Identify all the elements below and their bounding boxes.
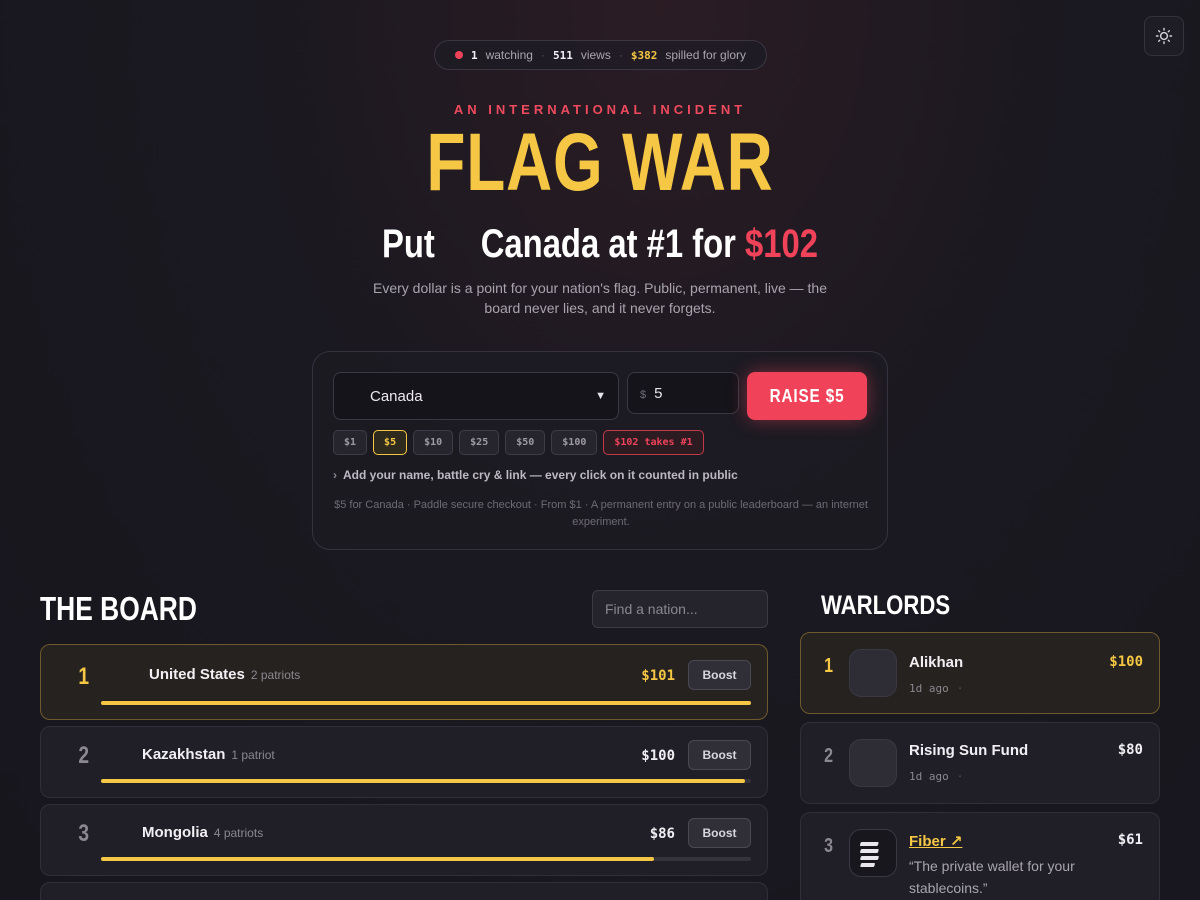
- currency-symbol: $: [640, 389, 647, 401]
- amount-input[interactable]: $ 5: [627, 372, 739, 414]
- warlord-row: 1 Alikhan 1d ago · $100: [800, 632, 1160, 714]
- warlords-title: WARLORDS: [821, 590, 951, 620]
- raise-button-label: RAISE $5: [769, 385, 845, 406]
- watching-count: 1: [470, 48, 478, 62]
- country-select[interactable]: Canada ▼: [333, 372, 619, 420]
- watching-label: watching: [485, 48, 533, 62]
- headline-start: Put: [381, 222, 435, 266]
- amount-chips: $1 $5 $10 $25 $50 $100 $102 takes #1: [333, 430, 704, 455]
- row-rank: 1: [78, 663, 90, 690]
- warlord-row: 2 Rising Sun Fund 1d ago · $80: [800, 722, 1160, 804]
- page-title: FLAG WAR: [426, 117, 774, 208]
- row-rank: 2: [78, 742, 90, 769]
- chip-100[interactable]: $100: [551, 430, 598, 455]
- details-label: Add your name, battle cry & link — every…: [343, 468, 738, 482]
- chevron-down-icon: ▼: [595, 390, 606, 402]
- views-label: views: [580, 48, 611, 62]
- row-country: Kazakhstan 1 patriot: [142, 746, 275, 763]
- boost-button[interactable]: Boost: [688, 660, 751, 690]
- chip-take-first[interactable]: $102 takes #1: [603, 430, 704, 455]
- warlord-amount: $61: [1117, 832, 1143, 848]
- raise-button[interactable]: RAISE $5: [747, 372, 867, 420]
- live-stats-pill: 1 watching · 511 views · $382 spilled fo…: [434, 40, 767, 70]
- hero-eyebrow: AN INTERNATIONAL INCIDENT: [453, 102, 747, 117]
- boost-button[interactable]: Boost: [688, 740, 751, 770]
- warlord-row: 3 Fiber ↗ “The private wallet for your s…: [800, 812, 1160, 900]
- warlord-rank: 3: [824, 835, 834, 857]
- separator: ·: [540, 48, 545, 62]
- board-row: 3 Mongolia 4 patriots $86 Boost: [40, 804, 768, 876]
- warlord-rank: 2: [824, 745, 834, 767]
- row-progress-fill: [101, 779, 745, 783]
- avatar: [849, 649, 897, 697]
- board-title: THE BOARD: [40, 590, 197, 627]
- checkout-fineprint: $5 for Canada · Paddle secure checkout ·…: [334, 499, 868, 528]
- warlord-link[interactable]: Fiber ↗: [909, 832, 962, 850]
- spilled-amount: $382: [630, 48, 658, 62]
- row-progress-track: [101, 779, 751, 783]
- amount-value: 5: [654, 384, 663, 402]
- warlord-name: Rising Sun Fund: [909, 742, 1029, 759]
- country-select-value: Canada: [370, 387, 423, 405]
- board-row: 1 United States 2 patriots $101 Boost: [40, 644, 768, 720]
- chevron-right-icon: ›: [333, 468, 337, 482]
- chip-50[interactable]: $50: [505, 430, 546, 455]
- headline-price: $102: [745, 222, 819, 266]
- warlord-amount: $80: [1117, 742, 1143, 758]
- row-progress-fill: [101, 857, 654, 861]
- row-total: $86: [649, 826, 675, 842]
- sun-icon: [1155, 27, 1173, 45]
- separator: ·: [618, 48, 623, 62]
- chip-10[interactable]: $10: [413, 430, 454, 455]
- spilled-label: spilled for glory: [665, 48, 747, 62]
- views-count: 511: [552, 48, 573, 62]
- hero-headline: Put Canada at #1 for $102: [108, 218, 1092, 270]
- fiber-logo-icon: [849, 829, 897, 877]
- board-row: 2 Kazakhstan 1 patriot $100 Boost: [40, 726, 768, 798]
- hero-subtitle: Every dollar is a point for your nation'…: [372, 280, 827, 316]
- warlord-amount: $100: [1109, 654, 1143, 670]
- avatar: [849, 739, 897, 787]
- row-progress-track: [101, 701, 751, 705]
- row-rank: 3: [78, 820, 90, 847]
- details-toggle[interactable]: › Add your name, battle cry & link — ever…: [333, 468, 738, 482]
- chip-5[interactable]: $5: [373, 430, 408, 455]
- theme-toggle-button[interactable]: [1144, 16, 1184, 56]
- warlord-rank: 1: [824, 655, 834, 677]
- contribution-card: Canada ▼ $ 5 RAISE $5 $1 $5 $10 $25 $50 …: [312, 351, 888, 550]
- headline-country: Canada at #1 for: [480, 222, 736, 266]
- row-progress-track: [101, 857, 751, 861]
- chip-1[interactable]: $1: [333, 430, 368, 455]
- row-total: $100: [641, 748, 675, 764]
- row-progress-fill: [101, 701, 751, 705]
- live-dot-icon: [454, 51, 463, 59]
- warlord-name: Alikhan: [909, 654, 964, 671]
- row-country: Mongolia 4 patriots: [142, 824, 264, 841]
- warlord-time: 1d ago ·: [909, 682, 964, 695]
- nation-search-input[interactable]: Find a nation...: [592, 590, 768, 628]
- chip-25[interactable]: $25: [459, 430, 500, 455]
- warlord-time: 1d ago ·: [909, 770, 964, 783]
- row-total: $101: [641, 668, 675, 684]
- warlord-battle-cry: “The private wallet for your stablecoins…: [909, 858, 1075, 896]
- boost-button[interactable]: Boost: [688, 818, 751, 848]
- board-row: [40, 882, 768, 900]
- row-country: United States 2 patriots: [149, 666, 301, 683]
